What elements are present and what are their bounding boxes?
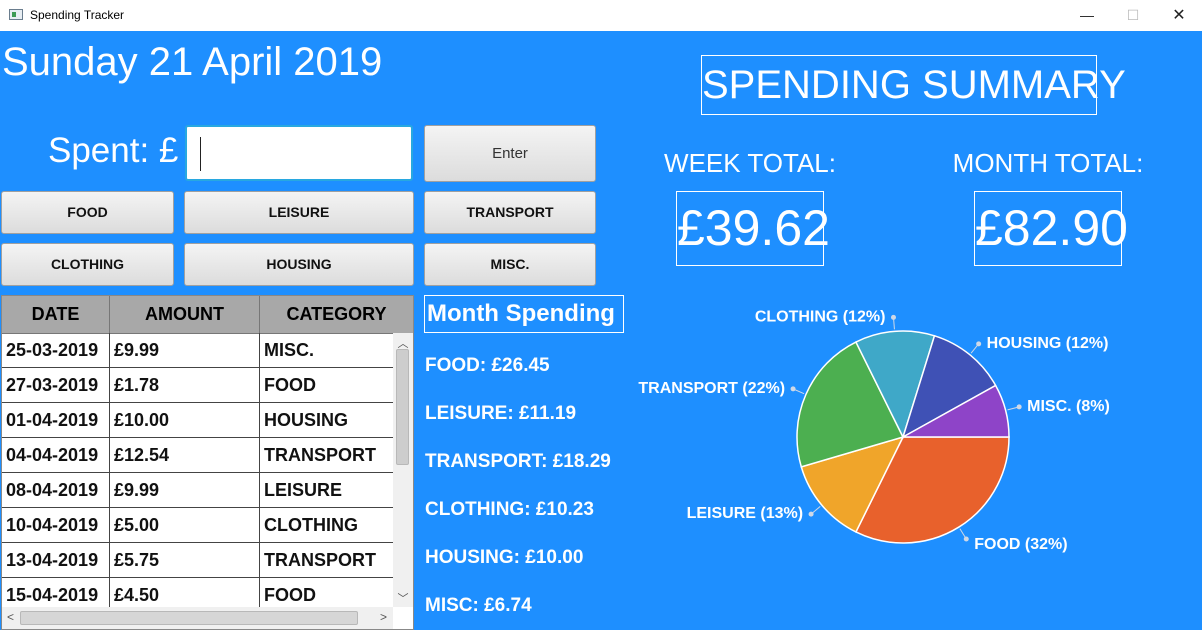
transport-category-button[interactable]: TRANSPORT bbox=[424, 191, 596, 234]
table-row[interactable]: 13-04-2019 £5.75 TRANSPORT bbox=[2, 543, 393, 578]
category-cell: LEISURE bbox=[264, 480, 343, 500]
close-icon[interactable]: ✕ bbox=[1156, 0, 1202, 31]
month-total-label: MONTH TOTAL: bbox=[952, 148, 1144, 178]
pie-leader-line bbox=[810, 506, 821, 515]
leisure-category-button[interactable]: LEISURE bbox=[184, 191, 414, 234]
clothing-category-button[interactable]: CLOTHING bbox=[1, 243, 174, 286]
window-titlebar: Spending Tracker — ☐ ✕ bbox=[0, 0, 1202, 32]
pie-leader-dot bbox=[790, 386, 796, 392]
pie-leader-line bbox=[892, 317, 895, 330]
amount-input[interactable] bbox=[185, 125, 413, 181]
date-cell: 13-04-2019 bbox=[2, 543, 110, 577]
pie-label: LEISURE (13%) bbox=[687, 505, 803, 522]
date-cell: 01-04-2019 bbox=[2, 403, 110, 437]
table-header: DATE AMOUNT CATEGORY bbox=[2, 296, 413, 334]
pie-slice bbox=[796, 341, 905, 468]
pie-slice bbox=[800, 435, 905, 533]
category-cell: HOUSING bbox=[264, 410, 349, 430]
column-header-date[interactable]: DATE bbox=[2, 296, 110, 333]
table-row[interactable]: 27-03-2019 £1.78 FOOD bbox=[2, 368, 393, 403]
amount-cell: £12.54 bbox=[110, 438, 260, 472]
amount-cell: £1.78 bbox=[110, 368, 260, 402]
week-total-label: WEEK TOTAL: bbox=[664, 148, 836, 178]
month-leisure-total: LEISURE: £11.19 bbox=[425, 403, 577, 424]
enter-button[interactable]: Enter bbox=[424, 125, 596, 182]
date-cell: 04-04-2019 bbox=[2, 438, 110, 472]
month-transport-total: TRANSPORT: £18.29 bbox=[425, 451, 611, 472]
horizontal-scroll-thumb[interactable] bbox=[20, 611, 358, 625]
date-cell: 25-03-2019 bbox=[2, 333, 110, 367]
pie-leader-dot bbox=[890, 314, 896, 320]
current-date: Sunday 21 April 2019 bbox=[2, 40, 383, 84]
amount-cell: £5.75 bbox=[110, 543, 260, 577]
month-clothing-total: CLOTHING: £10.23 bbox=[425, 499, 594, 520]
pie-slice bbox=[854, 436, 1010, 544]
pie-leader-line bbox=[959, 528, 967, 540]
pie-leader-dot bbox=[976, 341, 982, 347]
category-cell: TRANSPORT bbox=[264, 445, 376, 465]
scroll-left-icon[interactable]: < bbox=[7, 610, 14, 624]
vertical-scroll-thumb[interactable] bbox=[396, 349, 409, 465]
table-row[interactable]: 10-04-2019 £5.00 CLOTHING bbox=[2, 508, 393, 543]
pie-label: CLOTHING (12%) bbox=[755, 308, 886, 325]
column-header-category[interactable]: CATEGORY bbox=[260, 296, 413, 333]
pie-label: HOUSING (12%) bbox=[987, 335, 1109, 352]
amount-cell: £10.00 bbox=[110, 403, 260, 437]
month-spending-title: Month Spending bbox=[424, 295, 624, 333]
minimize-icon[interactable]: — bbox=[1064, 0, 1110, 31]
date-cell: 27-03-2019 bbox=[2, 368, 110, 402]
housing-category-button[interactable]: HOUSING bbox=[184, 243, 414, 286]
misc-category-button[interactable]: MISC. bbox=[424, 243, 596, 286]
category-cell: TRANSPORT bbox=[264, 550, 376, 570]
window-title: Spending Tracker bbox=[30, 8, 125, 22]
table-row[interactable]: 08-04-2019 £9.99 LEISURE bbox=[2, 473, 393, 508]
amount-cell: £9.99 bbox=[110, 333, 260, 367]
scroll-right-icon[interactable]: > bbox=[380, 610, 387, 624]
pie-label: TRANSPORT (22%) bbox=[638, 380, 785, 397]
pie-label: MISC. (8%) bbox=[1027, 398, 1110, 415]
pie-slice bbox=[901, 334, 997, 439]
horizontal-scrollbar[interactable]: < > bbox=[2, 607, 393, 629]
app-icon bbox=[9, 9, 23, 20]
scroll-down-icon[interactable]: ﹀ bbox=[393, 590, 413, 606]
date-cell: 08-04-2019 bbox=[2, 473, 110, 507]
maximize-icon[interactable]: ☐ bbox=[1110, 0, 1156, 31]
column-header-amount[interactable]: AMOUNT bbox=[110, 296, 260, 333]
week-total-value: £39.62 bbox=[676, 191, 830, 266]
pie-leader-dot bbox=[808, 511, 814, 517]
food-category-button[interactable]: FOOD bbox=[1, 191, 174, 234]
pie-leader-line bbox=[1007, 406, 1020, 411]
amount-cell: £5.00 bbox=[110, 508, 260, 542]
category-cell: CLOTHING bbox=[264, 515, 358, 535]
table-row[interactable]: 04-04-2019 £12.54 TRANSPORT bbox=[2, 438, 393, 473]
category-cell: MISC. bbox=[264, 340, 315, 360]
table-row[interactable]: 01-04-2019 £10.00 HOUSING bbox=[2, 403, 393, 438]
amount-cell: £9.99 bbox=[110, 473, 260, 507]
spending-table: DATE AMOUNT CATEGORY 25-03-2019 £9.99 MISC… bbox=[1, 295, 414, 630]
pie-leader-line bbox=[970, 343, 980, 354]
pie-leader-line bbox=[792, 388, 805, 395]
month-misc-total: MISC: £6.74 bbox=[425, 595, 532, 616]
pie-leader-dot bbox=[963, 536, 969, 542]
date-cell: 10-04-2019 bbox=[2, 508, 110, 542]
vertical-scrollbar[interactable]: ︿ ﹀ bbox=[393, 333, 413, 607]
month-total-value: £82.90 bbox=[974, 191, 1128, 266]
pie-label: FOOD (32%) bbox=[974, 536, 1067, 553]
pie-slice bbox=[854, 330, 936, 440]
spending-summary-title: SPENDING SUMMARY bbox=[701, 55, 1126, 115]
table-row[interactable]: 25-03-2019 £9.99 MISC. bbox=[2, 333, 393, 368]
pie-leader-dot bbox=[1016, 404, 1022, 410]
month-food-total: FOOD: £26.45 bbox=[425, 355, 550, 376]
month-housing-total: HOUSING: £10.00 bbox=[425, 547, 584, 568]
text-caret bbox=[200, 137, 201, 171]
category-cell: FOOD bbox=[264, 375, 316, 395]
spent-label: Spent: £ bbox=[48, 131, 179, 170]
pie-slice bbox=[900, 384, 1010, 438]
